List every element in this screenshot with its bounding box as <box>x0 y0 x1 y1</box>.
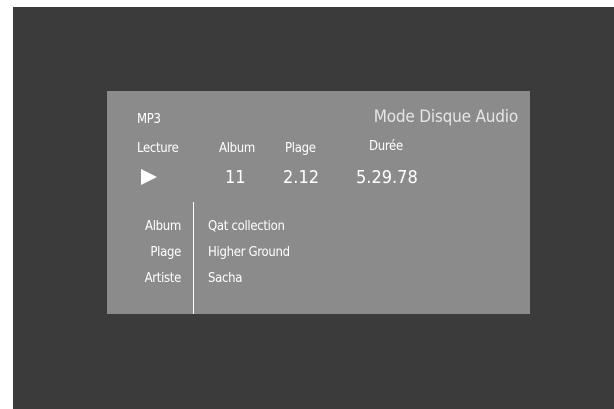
plage-header-label: Plage <box>285 141 316 156</box>
track-number: 2.12 <box>283 167 320 188</box>
info-plage-value: Higher Ground <box>208 245 290 260</box>
duree-header-label: Durée <box>369 139 403 154</box>
elapsed-time: 5.29.78 <box>356 167 418 188</box>
play-icon <box>141 169 157 185</box>
info-divider <box>193 202 194 314</box>
info-artiste-label: Artiste <box>144 271 182 286</box>
info-album-value: Qat collection <box>208 219 285 234</box>
album-header-label: Album <box>219 141 255 156</box>
lecture-label: Lecture <box>137 141 179 156</box>
info-album-label: Album <box>145 219 181 234</box>
player-panel: MP3 Mode Disque Audio Lecture Album Plag… <box>107 91 530 314</box>
info-artiste-value: Sacha <box>208 271 243 286</box>
mode-title: Mode Disque Audio <box>373 107 518 127</box>
album-number: 11 <box>225 167 246 188</box>
format-label: MP3 <box>137 112 161 127</box>
info-plage-label: Plage <box>150 245 181 260</box>
display-screen: MP3 Mode Disque Audio Lecture Album Plag… <box>13 7 614 409</box>
